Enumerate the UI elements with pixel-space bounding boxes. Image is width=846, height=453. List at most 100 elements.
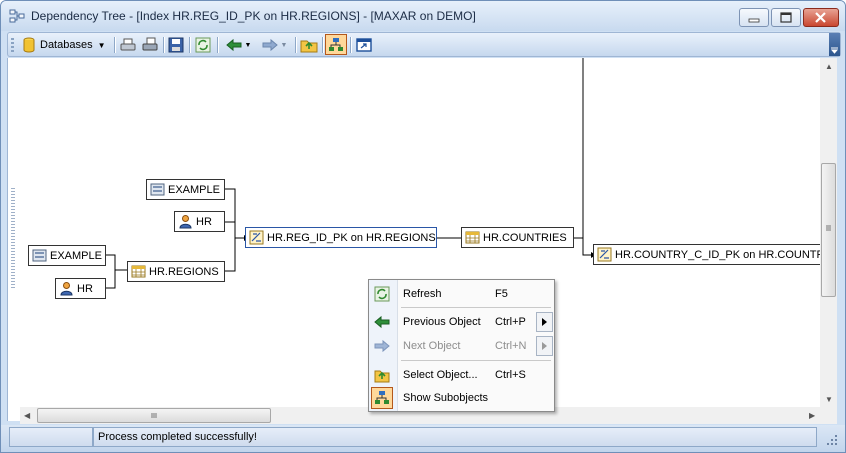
chevron-down-icon: ▼ xyxy=(244,41,252,49)
node-label: HR xyxy=(77,282,93,295)
index-icon xyxy=(249,230,264,245)
scroll-corner xyxy=(820,407,837,424)
databases-dropdown[interactable]: Databases ▼ xyxy=(22,35,110,55)
menu-item-shortcut: Ctrl+S xyxy=(495,369,526,381)
menu-separator xyxy=(401,360,551,361)
title-bar[interactable]: Dependency Tree - [Index HR.REG_ID_PK on… xyxy=(1,1,845,31)
tree-node-hr-regions[interactable]: HR.REGIONS xyxy=(127,261,225,282)
maximize-button[interactable] xyxy=(771,8,801,27)
show-subobjects-icon xyxy=(329,37,343,51)
next-object-icon xyxy=(374,339,390,353)
toolbar-options-button[interactable] xyxy=(829,33,840,56)
splitter-grip xyxy=(11,188,15,288)
submenu-button[interactable] xyxy=(536,312,553,332)
menu-item-label: Next Object xyxy=(403,340,461,352)
node-label: HR.REGIONS xyxy=(149,265,219,278)
refresh-icon xyxy=(374,286,390,302)
menu-item-select-object[interactable]: Select Object... Ctrl+S xyxy=(369,364,554,386)
dock-splitter[interactable] xyxy=(7,58,21,421)
dependency-tree-icon xyxy=(9,9,25,23)
next-object-icon xyxy=(262,38,278,52)
menu-item-shortcut: Ctrl+N xyxy=(495,340,527,352)
refresh-button[interactable] xyxy=(193,35,213,55)
show-subobjects-icon xyxy=(375,391,389,404)
toolbar-grip[interactable] xyxy=(11,38,14,52)
toolbar-separator xyxy=(189,37,191,53)
node-label: HR xyxy=(196,215,212,228)
previous-object-icon xyxy=(374,315,390,329)
toolbar-separator xyxy=(114,37,116,53)
select-object-icon xyxy=(374,370,390,383)
menu-separator xyxy=(401,307,551,308)
toolbar: Databases ▼ ▼ ▼ xyxy=(7,32,841,57)
close-icon xyxy=(815,12,826,23)
previous-object-button[interactable]: ▼ xyxy=(221,35,255,55)
new-window-icon xyxy=(356,38,372,52)
toolbar-separator xyxy=(322,37,324,53)
menu-item-refresh[interactable]: Refresh F5 xyxy=(369,283,554,305)
chevron-right-icon xyxy=(542,342,547,350)
next-object-button[interactable]: ▼ xyxy=(257,35,291,55)
tree-node-country-c-id-pk[interactable]: HR.COUNTRY_C_ID_PK on HR.COUNTRIES xyxy=(593,244,820,265)
node-label: EXAMPLE xyxy=(168,183,220,196)
submenu-button[interactable] xyxy=(536,336,553,356)
menu-item-next-object[interactable]: Next Object Ctrl+N xyxy=(369,335,554,357)
user-icon xyxy=(179,215,192,229)
status-bar: Process completed successfully! xyxy=(1,425,845,452)
scroll-left-icon[interactable]: ◀ xyxy=(24,411,30,420)
grip-icon xyxy=(826,225,831,231)
menu-item-previous-object[interactable]: Previous Object Ctrl+P xyxy=(369,311,554,333)
table-icon xyxy=(131,265,146,278)
tree-node-reg-id-pk[interactable]: HR.REG_ID_PK on HR.REGIONS xyxy=(245,227,437,248)
chevron-right-icon xyxy=(542,318,547,326)
node-label: HR.REG_ID_PK on HR.REGIONS xyxy=(267,231,436,244)
select-object-icon xyxy=(300,40,318,53)
index-icon xyxy=(597,247,612,262)
save-icon xyxy=(168,37,184,53)
tree-node-hr-countries[interactable]: HR.COUNTRIES xyxy=(461,227,574,248)
print-button[interactable] xyxy=(118,35,138,55)
scroll-up-icon[interactable]: ▲ xyxy=(825,62,833,71)
minimize-button[interactable] xyxy=(739,8,769,27)
server-icon xyxy=(32,249,47,262)
databases-icon xyxy=(23,37,35,53)
save-button[interactable] xyxy=(166,35,186,55)
scroll-down-icon[interactable]: ▼ xyxy=(825,395,833,404)
tree-node-example-server[interactable]: EXAMPLE xyxy=(146,179,225,200)
show-subobjects-button[interactable] xyxy=(325,34,347,55)
chevron-down-icon: ▼ xyxy=(280,41,288,49)
vertical-scroll-thumb[interactable] xyxy=(821,163,836,297)
print-icon xyxy=(120,38,136,51)
scroll-right-icon[interactable]: ▶ xyxy=(809,411,815,420)
menu-item-label: Select Object... xyxy=(403,369,478,381)
node-label: HR.COUNTRY_C_ID_PK on HR.COUNTRIES xyxy=(615,248,820,261)
toolbar-separator xyxy=(217,37,219,53)
window-title: Dependency Tree - [Index HR.REG_ID_PK on… xyxy=(31,9,476,23)
table-icon xyxy=(465,231,480,244)
tree-node-example-server[interactable]: EXAMPLE xyxy=(28,245,106,266)
menu-item-shortcut: F5 xyxy=(495,288,508,300)
toolbar-separator xyxy=(350,37,352,53)
minimize-icon xyxy=(748,18,760,23)
horizontal-scroll-thumb[interactable] xyxy=(37,408,271,423)
select-object-button[interactable] xyxy=(298,35,320,55)
node-label: HR.COUNTRIES xyxy=(483,231,567,244)
menu-item-show-subobjects[interactable]: Show Subobjects xyxy=(369,387,554,409)
user-icon xyxy=(60,282,73,296)
server-icon xyxy=(150,183,165,196)
dependency-tree-window: Dependency Tree - [Index HR.REG_ID_PK on… xyxy=(0,0,846,453)
chevron-down-icon xyxy=(830,47,839,54)
databases-label: Databases xyxy=(40,39,93,51)
print-preview-button[interactable] xyxy=(140,35,160,55)
print-preview-icon xyxy=(142,37,158,51)
new-window-button[interactable] xyxy=(353,35,375,55)
menu-item-label: Show Subobjects xyxy=(403,392,488,404)
resize-grip-icon[interactable] xyxy=(825,433,839,447)
tree-node-hr-schema[interactable]: HR xyxy=(174,211,225,232)
grip-icon xyxy=(151,413,157,418)
refresh-icon xyxy=(195,37,211,53)
tree-node-hr-schema[interactable]: HR xyxy=(55,278,106,299)
context-menu: Refresh F5 Previous Object Ctrl+P Next O… xyxy=(368,279,555,412)
close-button[interactable] xyxy=(803,8,839,27)
menu-item-label: Previous Object xyxy=(403,316,481,328)
